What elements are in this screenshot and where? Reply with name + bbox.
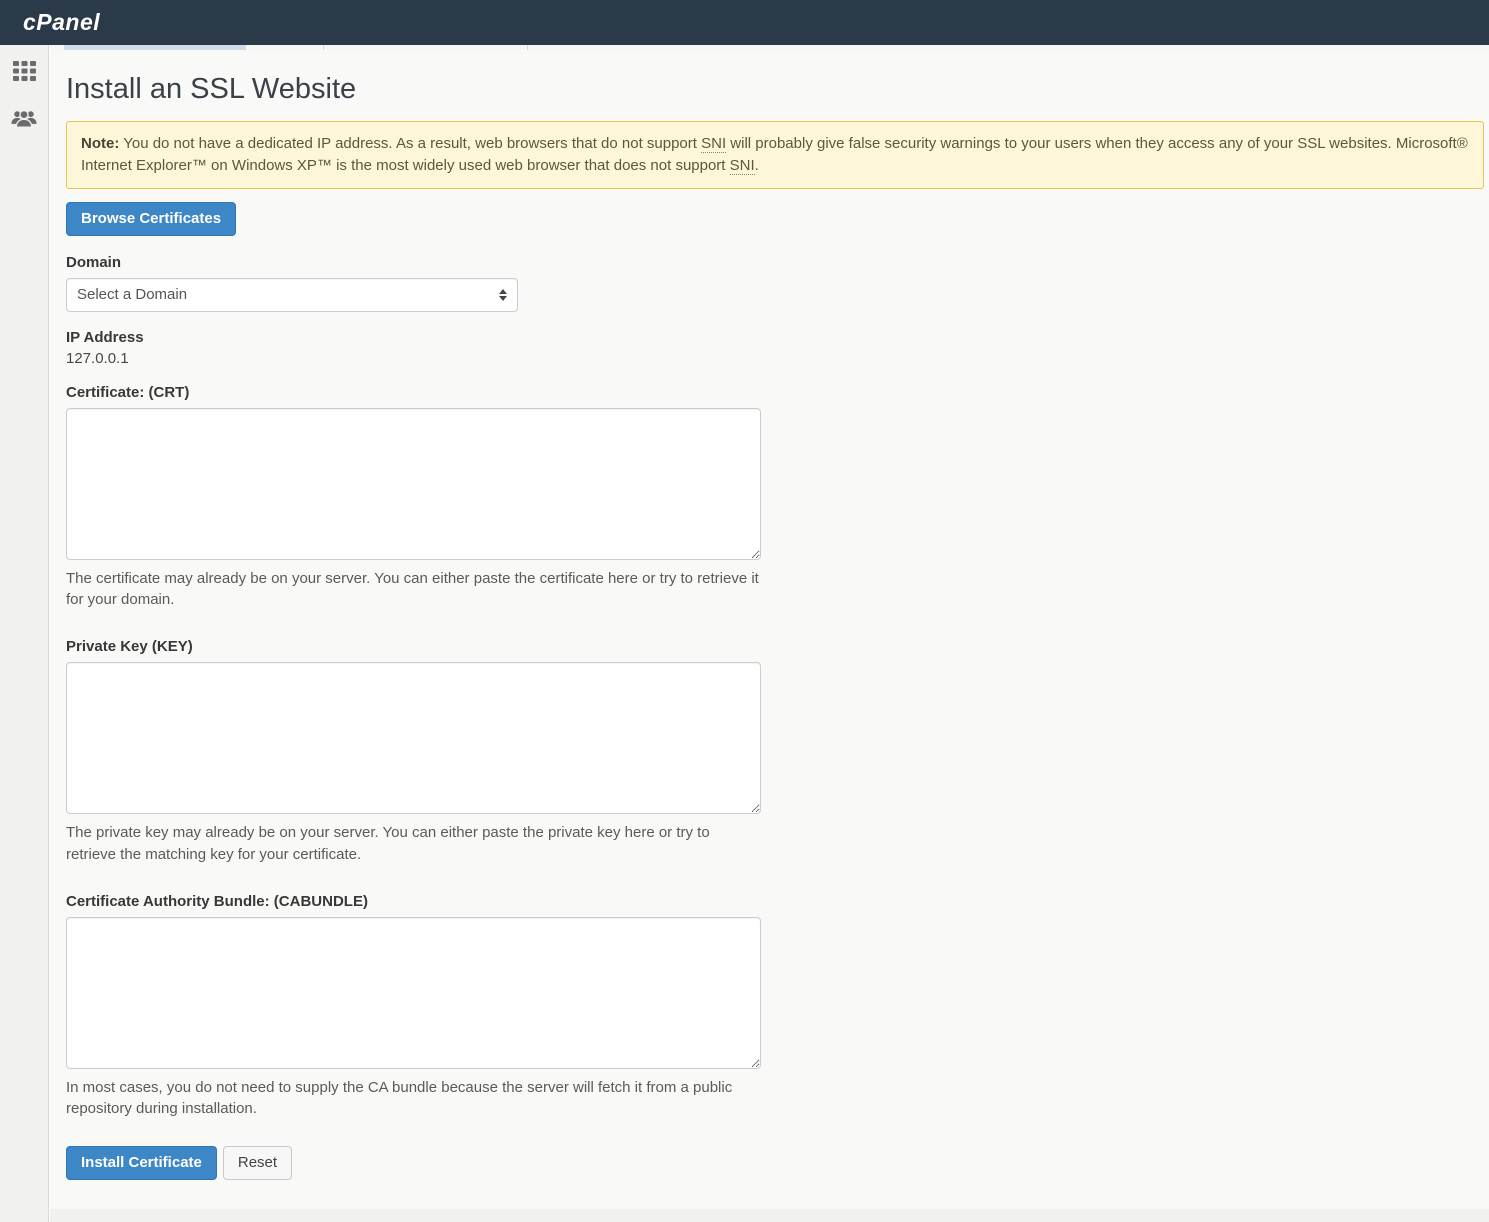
tab-separator bbox=[245, 45, 246, 50]
main-content: Install an SSL Website Note: You do not … bbox=[50, 45, 1489, 1222]
apps-grid-icon[interactable] bbox=[11, 59, 37, 83]
sni-abbr: SNI bbox=[701, 135, 726, 153]
certificate-crt-group: Certificate: (CRT) The certificate may a… bbox=[66, 384, 1484, 612]
ca-bundle-textarea[interactable] bbox=[66, 917, 761, 1069]
private-key-group: Private Key (KEY) The private key may al… bbox=[66, 638, 1484, 866]
ca-bundle-group: Certificate Authority Bundle: (CABUNDLE)… bbox=[66, 893, 1484, 1121]
top-navbar: cPanel bbox=[0, 0, 1489, 45]
cpanel-logo: cPanel bbox=[23, 9, 100, 36]
active-tab-remnant[interactable] bbox=[64, 45, 245, 50]
app-window: cPanel bbox=[0, 0, 1489, 1222]
reset-button[interactable]: Reset bbox=[223, 1146, 292, 1180]
sni-warning-note: Note: You do not have a dedicated IP add… bbox=[66, 121, 1484, 189]
ca-bundle-label: Certificate Authority Bundle: (CABUNDLE) bbox=[66, 893, 1484, 910]
ip-address-group: IP Address 127.0.0.1 bbox=[66, 329, 1484, 367]
note-text-3: . bbox=[755, 157, 759, 174]
domain-select-value: Select a Domain bbox=[77, 286, 499, 303]
tab-separator bbox=[527, 45, 528, 50]
install-certificate-button[interactable]: Install Certificate bbox=[66, 1146, 217, 1180]
domain-field-group: Domain Select a Domain bbox=[66, 254, 1484, 312]
domain-select[interactable]: Select a Domain bbox=[66, 278, 518, 312]
users-group-icon[interactable] bbox=[11, 107, 37, 131]
certificate-crt-help: The certificate may already be on your s… bbox=[66, 568, 761, 612]
select-stepper-icon bbox=[499, 289, 507, 301]
note-label: Note: bbox=[81, 135, 119, 152]
form-actions: Install Certificate Reset bbox=[66, 1146, 1484, 1180]
private-key-textarea[interactable] bbox=[66, 662, 761, 814]
domain-label: Domain bbox=[66, 254, 1484, 271]
ip-address-label: IP Address bbox=[66, 329, 1484, 346]
sni-abbr: SNI bbox=[730, 157, 755, 175]
tab-strip bbox=[50, 45, 1489, 50]
sidebar bbox=[0, 45, 49, 1222]
ca-bundle-help: In most cases, you do not need to supply… bbox=[66, 1077, 761, 1121]
private-key-label: Private Key (KEY) bbox=[66, 638, 1484, 655]
tab-separator bbox=[323, 45, 324, 50]
ip-address-value: 127.0.0.1 bbox=[66, 350, 1484, 367]
footer-band bbox=[50, 1209, 1489, 1222]
browse-certificates-button[interactable]: Browse Certificates bbox=[66, 202, 236, 236]
page-title: Install an SSL Website bbox=[66, 73, 1484, 106]
certificate-crt-label: Certificate: (CRT) bbox=[66, 384, 1484, 401]
note-text-1: You do not have a dedicated IP address. … bbox=[119, 135, 701, 152]
certificate-crt-textarea[interactable] bbox=[66, 408, 761, 560]
private-key-help: The private key may already be on your s… bbox=[66, 822, 761, 866]
